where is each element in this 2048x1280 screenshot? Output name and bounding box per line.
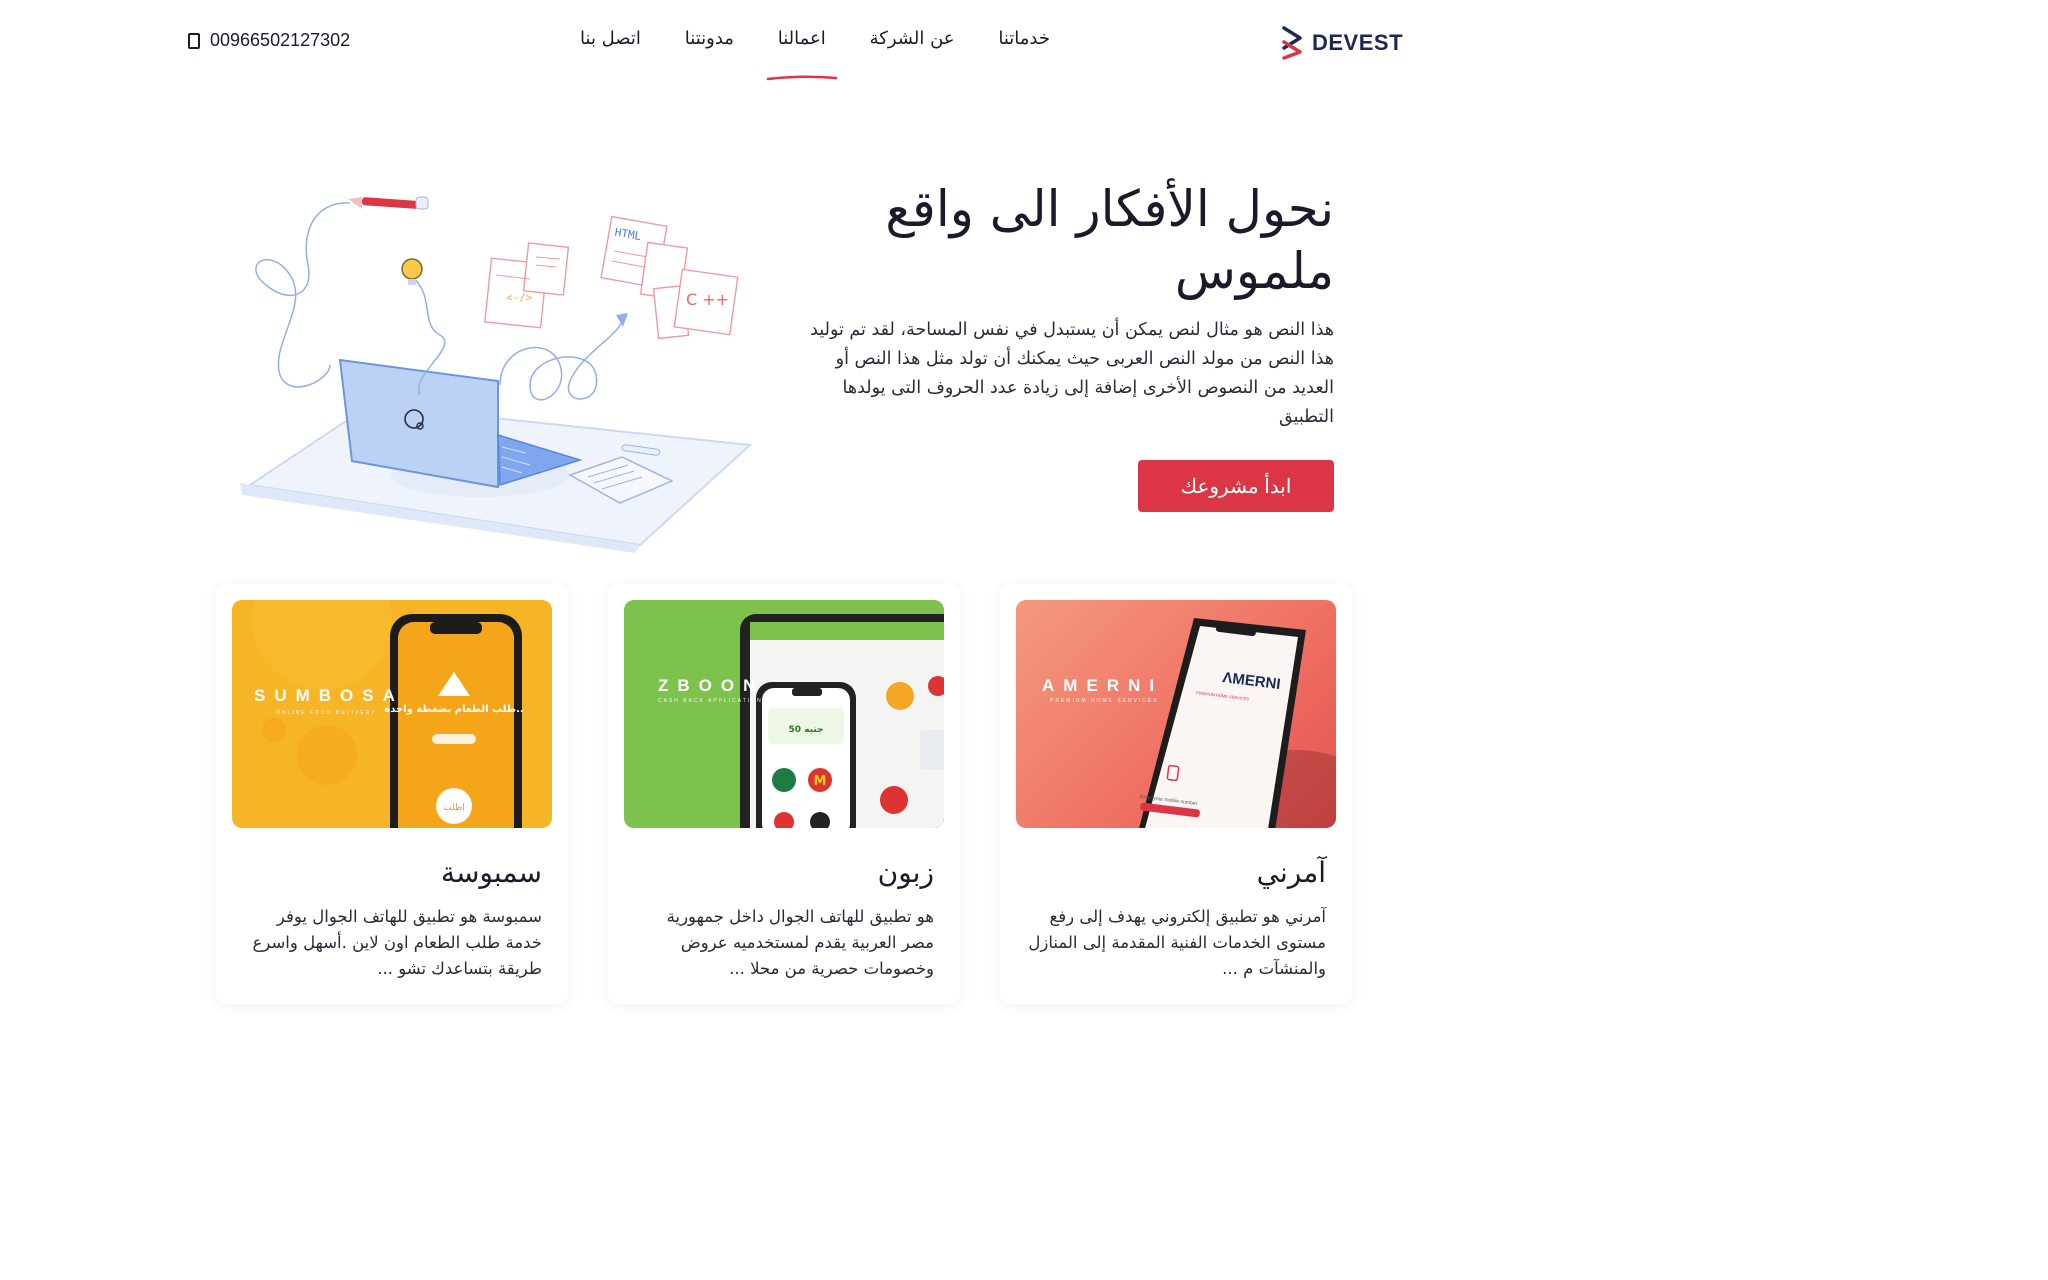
svg-text:طلب الطعام بضغطة واحدة..: طلب الطعام بضغطة واحدة.. [384, 704, 523, 715]
zboon-brand-sub: CASH BACK APPLICATION [658, 698, 763, 704]
svg-text:اطلب: اطلب [443, 803, 464, 813]
hero-title-line1: نحول الأفكار الى واقع [885, 180, 1334, 238]
bulb-icon [401, 258, 423, 280]
portfolio-card-amerni[interactable]: ΛMERNI PREMIUM HOME SERVICES Enter your … [1000, 584, 1352, 1004]
amerni-mockup: ΛMERNI PREMIUM HOME SERVICES Enter your … [1139, 618, 1336, 828]
card-title: آمرني [1256, 856, 1326, 889]
sumbosa-brand-word: SUMBOSA [254, 686, 404, 705]
hero-title-line2: ملموس [1174, 242, 1334, 300]
starbucks-icon [772, 768, 796, 792]
arrow-icon [616, 313, 628, 327]
svg-text:C ++: C ++ [686, 290, 729, 309]
nav-item-about[interactable]: عن الشركة [850, 26, 975, 66]
site-header: DEVEST خدماتنا عن الشركة اعمالنا مدونتنا… [0, 0, 1568, 90]
phone-contact[interactable]: 00966502127302 [188, 30, 350, 51]
code-document-icon: <-/> [484, 242, 570, 329]
phone-number: 00966502127302 [210, 30, 351, 50]
card-description: هو تطبيق للهاتف الجوال داخل جمهورية مصر … [666, 907, 934, 978]
active-nav-underline [766, 75, 838, 81]
card-title: زبون [877, 856, 934, 889]
svg-text:<-/>: <-/> [506, 291, 533, 304]
portfolio-card-sumbosa[interactable]: طلب الطعام بضغطة واحدة.. اطلب SUMBOSA ON… [216, 584, 568, 1004]
burger-king-icon [886, 682, 914, 710]
zboon-mockup: 50 جنيه M [740, 614, 944, 828]
main-nav: خدماتنا عن الشركة اعمالنا مدونتنا اتصل ب… [560, 26, 1070, 81]
devest-logo-icon [1282, 26, 1302, 60]
sumbosa-brand-sub: ONLINE FOOD DELIVERY [276, 710, 377, 716]
hero-illustration: <-/> HTML C ++ [240, 196, 753, 553]
hero-description: هذا النص هو مثال لنص يمكن أن يستبدل في ن… [810, 320, 1334, 427]
svg-text:50 جنيه: 50 جنيه [789, 725, 824, 735]
card-description: آمرني هو تطبيق إلكتروني يهدف إلى رفع مست… [1028, 907, 1326, 978]
phone-icon [188, 32, 200, 49]
devest-logo[interactable]: DEVEST [1280, 26, 1403, 60]
portfolio-cards: طلب الطعام بضغطة واحدة.. اطلب SUMBOSA ON… [216, 584, 1352, 1004]
amerni-brand-word: AMERNI [1042, 676, 1164, 695]
nav-item-contact[interactable]: اتصل بنا [560, 26, 661, 66]
amerni-brand-sub: PREMIUM HOME SERVICES [1050, 698, 1159, 704]
card-description: سمبوسة هو تطبيق للهاتف الجوال يوفر خدمة … [252, 907, 542, 978]
hero-title: نحول الأفكار الى واقع ملموس [800, 178, 1334, 302]
nav-item-works[interactable]: اعمالنا [758, 26, 846, 81]
nav-item-services[interactable]: خدماتنا [978, 26, 1070, 66]
hero-text-block: نحول الأفكار الى واقع ملموس هذا النص هو … [800, 178, 1334, 432]
zboon-brand-word: ZBOON [658, 676, 765, 695]
card-image-amerni: ΛMERNI PREMIUM HOME SERVICES Enter your … [1016, 600, 1336, 828]
svg-text:M: M [814, 774, 827, 789]
card-image-sumbosa: طلب الطعام بضغطة واحدة.. اطلب SUMBOSA ON… [232, 600, 552, 828]
start-project-button[interactable]: ابدأ مشروعك [1138, 460, 1334, 512]
nav-item-works-label: اعمالنا [777, 28, 826, 49]
nav-item-blog[interactable]: مدونتنا [665, 26, 754, 66]
portfolio-card-zboon[interactable]: 50 جنيه M ZBOON CASH BACK APPLICATION زب… [608, 584, 960, 1004]
card-image-zboon: 50 جنيه M ZBOON CASH BACK APPLICATION [624, 600, 944, 828]
card-title: سمبوسة [440, 856, 542, 889]
logo-text: DEVEST [1312, 30, 1404, 55]
